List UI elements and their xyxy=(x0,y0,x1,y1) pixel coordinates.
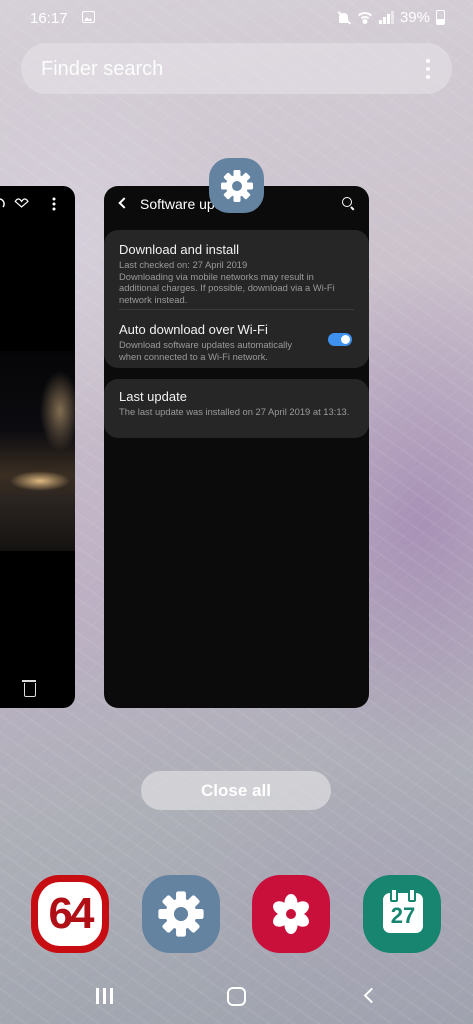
gallery-icon xyxy=(82,11,95,23)
galaxy-store-app-icon[interactable] xyxy=(252,875,330,953)
item-title: Auto download over Wi-Fi xyxy=(119,322,268,337)
battery-percent: 39% xyxy=(399,9,430,26)
item-description: Download software updates automatically … xyxy=(119,339,293,362)
recents-icon[interactable] xyxy=(96,988,114,1004)
auto-download-item[interactable]: Auto download over Wi-Fi Download softwa… xyxy=(119,322,309,362)
signal-icon xyxy=(379,11,394,24)
calendar-date: 27 xyxy=(390,903,416,928)
settings-dock-icon[interactable] xyxy=(142,875,220,953)
last-update-group: Last update The last update was installe… xyxy=(104,379,369,438)
item-description: The last update was installed on 27 Apri… xyxy=(119,406,350,417)
item-title: Download and install xyxy=(119,242,239,257)
flower-icon xyxy=(273,894,309,934)
calendar-app-icon[interactable]: 27 xyxy=(363,875,441,953)
navigation-bar xyxy=(0,965,473,1024)
last-update-item[interactable]: Last update The last update was installe… xyxy=(119,389,354,418)
heart-icon xyxy=(14,198,29,208)
status-icons: 39% xyxy=(337,9,445,26)
home-icon[interactable] xyxy=(227,987,246,1006)
gear-icon xyxy=(220,169,253,202)
settings-app-icon[interactable] xyxy=(209,158,264,213)
back-icon[interactable] xyxy=(363,987,380,1004)
recent-card-gallery[interactable] xyxy=(0,186,75,708)
auto-download-toggle[interactable] xyxy=(328,333,352,346)
gear-icon xyxy=(158,891,204,937)
divider xyxy=(119,309,354,310)
trash-icon[interactable] xyxy=(22,680,36,697)
item-title: Last update xyxy=(119,389,187,404)
update-options-group: Download and install Last checked on: 27… xyxy=(104,230,369,368)
mute-icon xyxy=(337,11,351,25)
search-input[interactable] xyxy=(41,58,401,81)
status-bar: 16:17 39% xyxy=(0,0,473,38)
close-all-button[interactable]: Close all xyxy=(141,771,331,810)
aida64-app-icon[interactable]: 64 xyxy=(31,875,109,953)
gallery-photo xyxy=(0,351,75,551)
aida64-label: 64 xyxy=(48,889,95,938)
search-icon[interactable] xyxy=(342,197,354,209)
item-description: Last checked on: 27 April 2019 Downloadi… xyxy=(119,259,335,305)
recent-card-software-update[interactable]: Software update Download and install Las… xyxy=(104,186,369,708)
wifi-icon xyxy=(357,11,374,24)
download-and-install-item[interactable]: Download and install Last checked on: 27… xyxy=(119,242,354,305)
battery-icon xyxy=(436,10,445,25)
finder-search-bar[interactable] xyxy=(21,43,452,94)
calendar-icon: 27 xyxy=(383,888,423,933)
back-arrow-icon[interactable] xyxy=(118,197,130,209)
status-time: 16:17 xyxy=(30,10,68,27)
more-options-icon[interactable] xyxy=(426,59,430,79)
gallery-toolbar xyxy=(0,196,75,212)
